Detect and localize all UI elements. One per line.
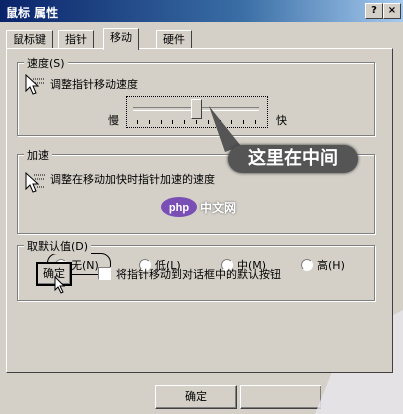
speed-legend: 速度(S) <box>24 55 68 71</box>
cancel-button-partial[interactable] <box>240 385 321 409</box>
speed-group: 速度(S) 调整指针移动速度 慢 快 <box>17 55 375 136</box>
watermark-text: 中文网 <box>200 200 237 215</box>
title-bar: 鼠标 属性 ? × <box>0 0 403 22</box>
slider-tick <box>184 120 186 124</box>
slider-thumb[interactable] <box>191 99 202 119</box>
slider-tick <box>148 120 150 124</box>
pointer-accel-icon <box>25 171 45 193</box>
acceleration-legend: 加速 <box>24 147 52 163</box>
window-title: 鼠标 属性 <box>6 6 59 20</box>
tab-hardware[interactable]: 硬件 <box>156 30 192 49</box>
fast-label: 快 <box>276 114 287 127</box>
tab-buttons[interactable]: 鼠标键 <box>6 30 53 49</box>
slider-tick <box>137 120 138 124</box>
speed-slider[interactable] <box>126 96 268 128</box>
speed-description: 调整指针移动速度 <box>50 78 138 91</box>
slider-tick <box>160 120 162 124</box>
slow-label: 慢 <box>108 114 119 127</box>
php-logo-icon: php <box>161 197 197 217</box>
ok-button[interactable]: 确定 <box>155 385 237 409</box>
cursor-icon <box>54 276 66 294</box>
snap-to-group: 取默认值(D) 确定 将指针移动到对话框中的默认按钮 <box>17 238 375 301</box>
annotation-callout: 这里在中间 <box>228 145 358 173</box>
snap-checkbox-label: 将指针移动到对话框中的默认按钮 <box>116 268 281 281</box>
close-button[interactable]: × <box>383 3 401 19</box>
slider-tick <box>255 120 256 124</box>
watermark: php 中文网 <box>160 196 236 218</box>
help-button[interactable]: ? <box>365 3 383 19</box>
snap-legend: 取默认值(D) <box>24 238 92 254</box>
tab-motion[interactable]: 移动 <box>103 28 139 50</box>
acceleration-description: 调整在移动加快时指针加速的速度 <box>50 173 215 186</box>
tab-pointers[interactable]: 指针 <box>58 30 94 49</box>
slider-tick <box>172 120 174 124</box>
svg-text:php: php <box>169 202 189 214</box>
slider-tick <box>196 120 197 124</box>
snap-checkbox[interactable] <box>98 267 111 280</box>
pointer-speed-icon <box>25 73 45 95</box>
